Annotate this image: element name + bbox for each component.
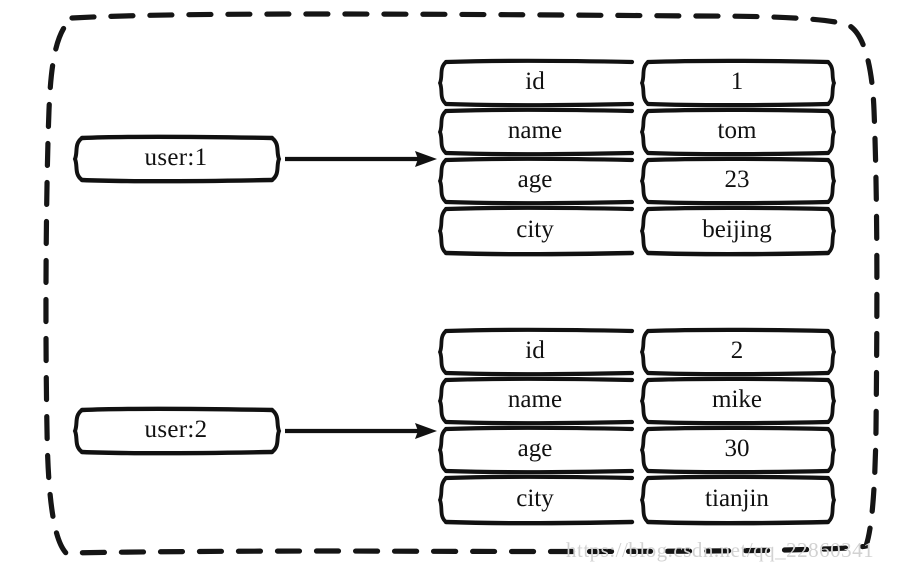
hash-field-value: 2 <box>730 336 744 364</box>
hash-field-cell: age <box>434 425 636 475</box>
key-box-user-2[interactable]: user:2 <box>68 406 284 456</box>
hash-field-value: 1 <box>730 67 744 95</box>
hash-field-value: tianjin <box>705 484 769 512</box>
hash-field-value: beijing <box>702 215 772 243</box>
hash-field-cell: id <box>434 327 636 377</box>
hash-field-name: name <box>507 116 563 144</box>
key-label: user:2 <box>144 416 208 443</box>
hash-field-cell: name <box>434 107 636 157</box>
key-box-user-1[interactable]: user:1 <box>68 134 284 184</box>
hash-value-cell: 2 <box>636 327 838 377</box>
hash-field-name: city <box>516 484 554 512</box>
hash-value-cell: 30 <box>636 425 838 475</box>
hash-field-name: city <box>516 215 554 243</box>
hash-field-name: name <box>507 385 563 413</box>
hash-field-name: id <box>525 67 545 95</box>
hash-table-user-2: id 2 name mike age 30 city tianjin <box>434 327 838 533</box>
hash-field-value: tom <box>717 116 757 144</box>
hash-field-value: 30 <box>724 434 750 462</box>
watermark: https://blog.csdn.net/qq_22860341 <box>566 538 875 562</box>
hash-field-name: age <box>517 165 553 193</box>
hash-field-value: 23 <box>724 165 750 193</box>
hash-value-cell: 23 <box>636 156 838 206</box>
hash-value-cell: tianjin <box>636 474 838 526</box>
diagram-canvas: user:1 id 1 name tom age 23 city beijing… <box>0 0 904 575</box>
arrow-user-1-to-hash <box>285 151 437 167</box>
hash-field-value: mike <box>712 385 762 413</box>
hash-value-cell: 1 <box>636 58 838 108</box>
arrow-user-2-to-hash <box>285 423 437 439</box>
hash-field-name: id <box>525 336 545 364</box>
hash-field-cell: name <box>434 376 636 426</box>
hash-field-cell: id <box>434 58 636 108</box>
hash-value-cell: tom <box>636 107 838 157</box>
key-label: user:1 <box>144 144 208 171</box>
hash-table-user-1: id 1 name tom age 23 city beijing <box>434 58 838 264</box>
hash-value-cell: mike <box>636 376 838 426</box>
hash-value-cell: beijing <box>636 205 838 257</box>
hash-field-cell: city <box>434 474 636 526</box>
hash-field-name: age <box>517 434 553 462</box>
hash-field-cell: age <box>434 156 636 206</box>
hash-field-cell: city <box>434 205 636 257</box>
